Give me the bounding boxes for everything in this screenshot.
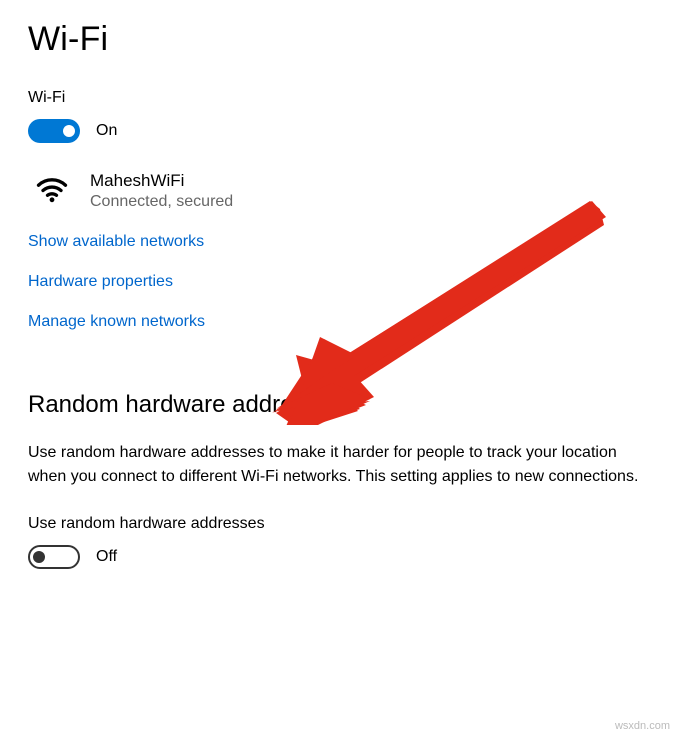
toggle-knob [63, 125, 75, 137]
network-name: MaheshWiFi [90, 171, 233, 191]
watermark: wsxdn.com [615, 720, 670, 732]
wifi-section-label: Wi-Fi [28, 89, 652, 107]
page-title: Wi-Fi [28, 20, 652, 59]
network-status: Connected, secured [90, 193, 233, 211]
manage-known-networks-link[interactable]: Manage known networks [28, 313, 205, 331]
show-available-networks-link[interactable]: Show available networks [28, 233, 204, 251]
hardware-properties-link[interactable]: Hardware properties [28, 273, 173, 291]
current-network[interactable]: MaheshWiFi Connected, secured [28, 171, 652, 211]
random-hw-toggle[interactable] [28, 545, 80, 569]
wifi-toggle-state: On [96, 122, 117, 140]
random-hw-description: Use random hardware addresses to make it… [28, 441, 648, 489]
wifi-toggle[interactable] [28, 119, 80, 143]
random-hw-toggle-state: Off [96, 548, 117, 566]
wifi-signal-icon [34, 171, 70, 207]
random-hw-heading: Random hardware addresses [28, 391, 652, 419]
toggle-knob [33, 551, 45, 563]
random-hw-toggle-label: Use random hardware addresses [28, 515, 652, 533]
